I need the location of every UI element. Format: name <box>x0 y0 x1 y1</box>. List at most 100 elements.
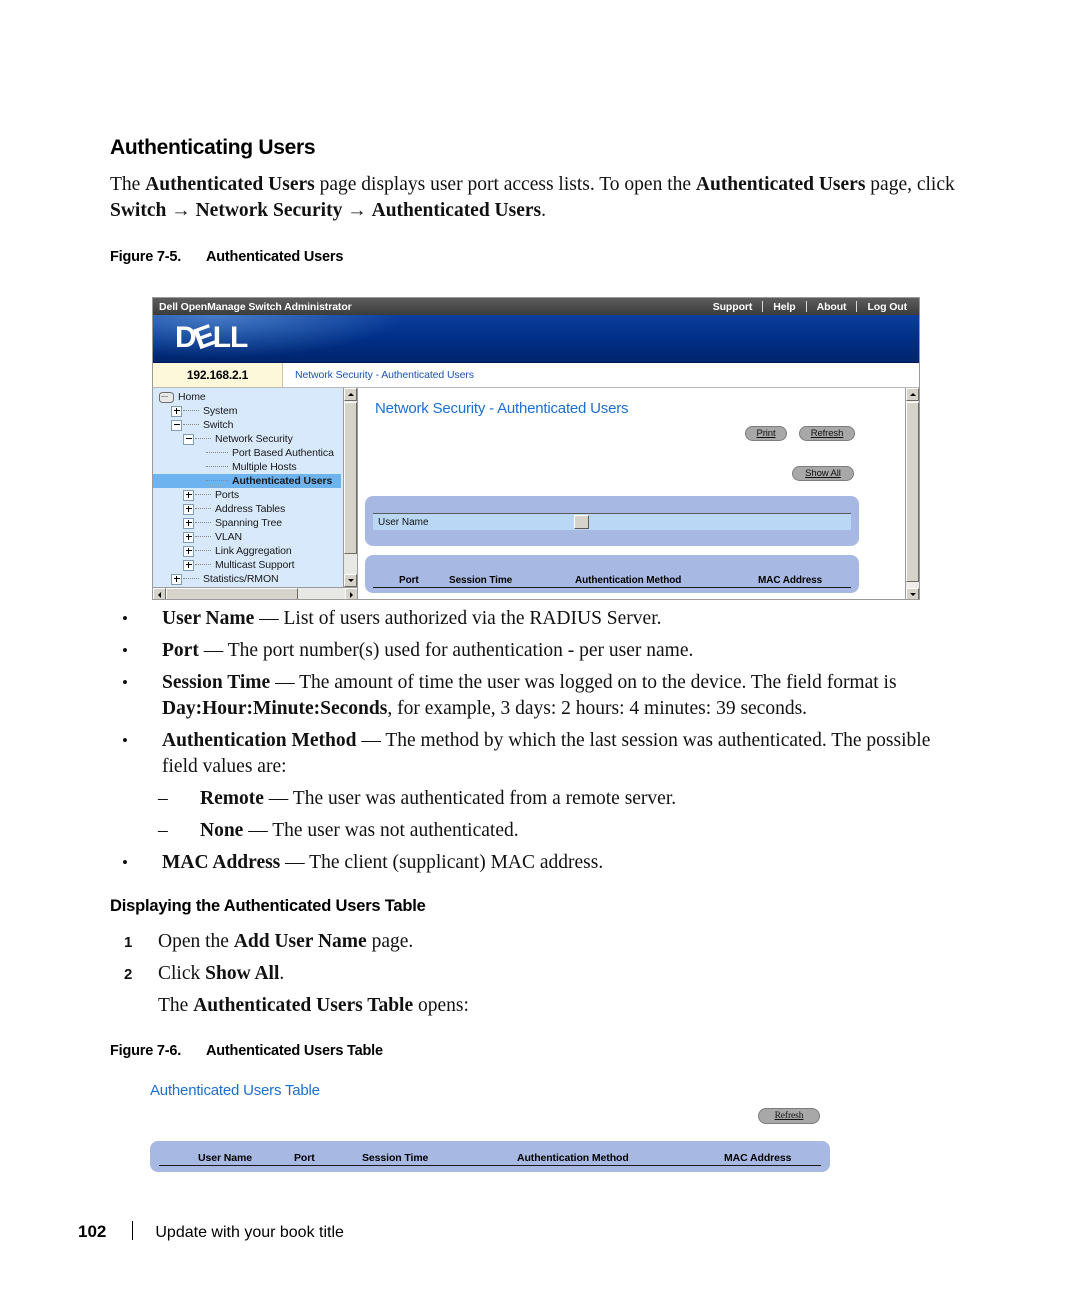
tree-vertical-scrollbar[interactable] <box>343 388 357 587</box>
tree-scroll-down-button[interactable] <box>344 574 357 587</box>
tree-connector <box>195 564 211 566</box>
show-all-button[interactable]: Show All <box>792 466 854 481</box>
tree-item-multicast-support[interactable]: Multicast Support <box>153 558 341 572</box>
content-vertical-scroll-thumb[interactable] <box>906 402 919 582</box>
tree-item-label: Authenticated Users <box>232 475 333 487</box>
users-table-refresh-button[interactable]: Refresh <box>758 1108 820 1124</box>
tree-item-system[interactable]: System <box>153 404 341 418</box>
tree-item-label: Port Based Authentica <box>232 447 334 459</box>
results-table-header-rule: Port Session Time Authentication Method … <box>373 572 851 588</box>
column-header-session-time: Session Time <box>449 575 513 586</box>
support-link[interactable]: Support <box>703 301 763 313</box>
tree-vertical-scroll-thumb[interactable] <box>344 402 357 554</box>
sub-list-item: – None — The user was not authenticated. <box>110 818 962 844</box>
tree-item-label: Link Aggregation <box>215 545 292 557</box>
omsa-titlebar: Dell OpenManage Switch Administrator Sup… <box>153 298 919 315</box>
tree-item-ports[interactable]: Ports <box>153 488 341 502</box>
bullet-icon: • <box>122 641 128 660</box>
authenticated-users-table-title: Authenticated Users Table <box>150 1082 320 1099</box>
tree-item-network-security[interactable]: Network Security <box>153 432 341 446</box>
footer-divider <box>132 1221 134 1240</box>
tree-scroll-right-button[interactable] <box>345 588 357 599</box>
section-heading: Displaying the Authenticated Users Table <box>110 897 426 915</box>
users-table-header-rule <box>159 1165 821 1166</box>
content-scroll-up-button[interactable] <box>906 388 919 401</box>
navigation-tree[interactable]: Home System Switch Network Security Port Bas… <box>153 390 341 599</box>
tree-scroll-up-button[interactable] <box>344 388 357 401</box>
column-header-authentication-method: Authentication Method <box>575 575 682 586</box>
breadcrumb: Network Security - Authenticated Users <box>295 369 474 381</box>
page-footer: 102 Update with your book title <box>78 1218 344 1242</box>
log-out-link[interactable]: Log Out <box>857 301 917 313</box>
tree-connector <box>206 480 228 482</box>
figure-7-5-number: Figure 7-5. <box>110 249 182 265</box>
bullet-icon: • <box>122 731 128 750</box>
tree-item-address-tables[interactable]: Address Tables <box>153 502 341 516</box>
tree-item-vlan[interactable]: VLAN <box>153 530 341 544</box>
caret-up-icon <box>909 390 916 396</box>
collapse-icon[interactable] <box>183 433 194 445</box>
user-name-label: User Name <box>378 516 429 528</box>
user-name-dropdown-toggle[interactable] <box>574 515 589 529</box>
document-page: Authenticating Users The Authenticated U… <box>0 0 1080 1296</box>
user-name-panel: User Name <box>365 496 859 546</box>
tree-item-label: Multiple Hosts <box>232 461 297 473</box>
column-header-mac-address: MAC Address <box>758 575 823 586</box>
list-item-text: Port — The port number(s) used for authe… <box>162 640 694 661</box>
expand-icon[interactable] <box>171 405 182 417</box>
user-name-field-row: User Name <box>373 513 851 530</box>
print-button[interactable]: Print <box>745 426 787 441</box>
intro-paragraph: The Authenticated Users page displays us… <box>110 174 955 221</box>
tree-item-multiple-hosts[interactable]: Multiple Hosts <box>153 460 341 474</box>
caret-left-icon <box>155 591 161 598</box>
tree-item-home[interactable]: Home <box>153 390 341 404</box>
help-link[interactable]: Help <box>763 301 805 313</box>
refresh-button[interactable]: Refresh <box>799 426 855 441</box>
authenticated-users-table-figure: Authenticated Users Table Refresh User N… <box>150 1082 850 1178</box>
content-scroll-down-button[interactable] <box>906 588 919 599</box>
tree-item-spanning-tree[interactable]: Spanning Tree <box>153 516 341 530</box>
list-item-text: Authentication Method — The method by wh… <box>162 730 931 777</box>
list-item-text: MAC Address — The client (supplicant) MA… <box>162 852 604 873</box>
tree-item-label: Spanning Tree <box>215 517 283 529</box>
step-item: 2 Click Show All. <box>110 958 910 990</box>
about-link[interactable]: About <box>807 301 857 313</box>
tree-connector <box>183 424 199 426</box>
omsa-app-title: Dell OpenManage Switch Administrator <box>159 300 352 313</box>
content-vertical-scrollbar[interactable] <box>905 388 919 599</box>
tree-item-port-based-authentica[interactable]: Port Based Authentica <box>153 446 341 460</box>
caret-down-icon <box>909 593 916 599</box>
tree-horizontal-scroll-thumb[interactable] <box>166 588 298 599</box>
tree-item-statistics-rmon[interactable]: Statistics/RMON <box>153 572 341 586</box>
expand-icon[interactable] <box>183 531 194 543</box>
column-header-session-time: Session Time <box>362 1152 429 1164</box>
tree-item-link-aggregation[interactable]: Link Aggregation <box>153 544 341 558</box>
expand-icon[interactable] <box>183 517 194 529</box>
dell-logo: D E LL <box>175 319 248 357</box>
list-item: • Port — The port number(s) used for auth… <box>110 638 962 664</box>
expand-icon[interactable] <box>183 559 194 571</box>
tree-item-label: Network Security <box>215 433 293 445</box>
tree-horizontal-scrollbar[interactable] <box>153 587 357 599</box>
tree-item-switch[interactable]: Switch <box>153 418 341 432</box>
figure-7-6-title: Authenticated Users Table <box>206 1043 383 1059</box>
expand-icon[interactable] <box>183 545 194 557</box>
figure-7-6-caption: Figure 7-6. Authenticated Users Table <box>110 1043 383 1059</box>
bullet-icon: • <box>122 853 128 872</box>
procedure-steps: 1 Open the Add User Name page. 2 Click S… <box>110 926 910 1022</box>
omsa-titlebar-links: Support Help About Log Out <box>703 301 917 313</box>
list-item-text: User Name — List of users authorized via… <box>162 608 662 629</box>
tree-item-authenticated-users[interactable]: Authenticated Users <box>153 474 341 488</box>
tree-scroll-left-button[interactable] <box>153 588 166 599</box>
expand-icon[interactable] <box>183 489 194 501</box>
omsa-body: Home System Switch Network Security Port Bas… <box>153 388 919 599</box>
expand-icon[interactable] <box>183 503 194 515</box>
caret-right-icon <box>350 591 356 598</box>
expand-icon[interactable] <box>171 573 182 585</box>
list-item-text: Session Time — The amount of time the us… <box>162 672 897 719</box>
footer-text: Update with your book title <box>155 1224 344 1241</box>
column-header-port: Port <box>294 1152 315 1164</box>
openmanage-switch-administrator-window: Dell OpenManage Switch Administrator Sup… <box>152 297 920 600</box>
tree-connector <box>195 508 211 510</box>
collapse-icon[interactable] <box>171 419 182 431</box>
